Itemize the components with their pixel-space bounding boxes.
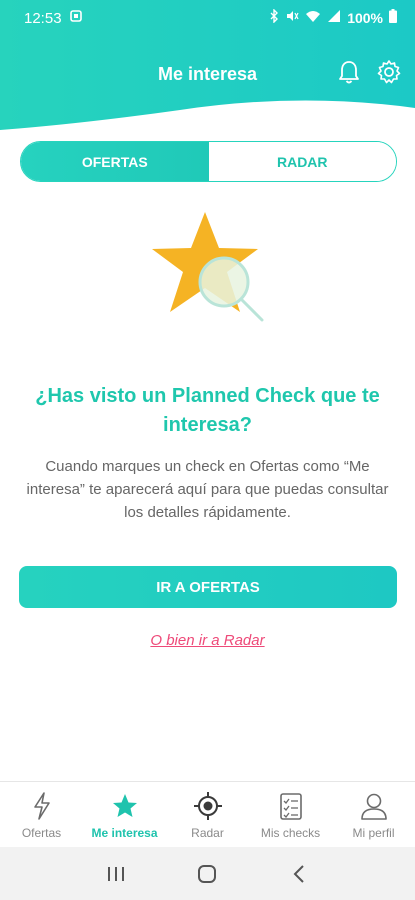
back-icon[interactable] <box>284 859 314 889</box>
wifi-icon <box>305 9 321 27</box>
nav-label-ofertas: Ofertas <box>21 826 62 840</box>
empty-state-title: ¿Has visto un Planned Check que te inter… <box>35 385 380 436</box>
status-time: 12:53 <box>24 9 62 27</box>
nav-label-radar: Radar <box>191 826 224 840</box>
app-header: Me interesa <box>0 36 415 112</box>
go-to-radar-link[interactable]: O bien ir a Radar <box>0 632 415 649</box>
nav-item-mi-perfil[interactable]: Mi perfil <box>332 782 415 847</box>
battery-percentage: 100% <box>347 10 383 26</box>
nav-item-me-interesa[interactable]: Me interesa <box>83 782 166 847</box>
lightning-icon <box>27 790 57 822</box>
battery-icon <box>389 9 397 27</box>
bell-icon[interactable] <box>335 58 363 86</box>
bluetooth-icon <box>269 8 279 27</box>
status-bar: 12:53 100% <box>0 0 415 36</box>
signal-icon <box>327 9 341 27</box>
nav-item-ofertas[interactable]: Ofertas <box>0 782 83 847</box>
nav-label-mi-perfil: Mi perfil <box>352 826 395 840</box>
bottom-navigation: Ofertas Me interesa Radar Mis checks Mi … <box>0 781 415 847</box>
recent-apps-icon[interactable] <box>101 859 131 889</box>
mute-icon <box>285 9 299 27</box>
nav-label-me-interesa: Me interesa <box>91 826 158 840</box>
nav-item-mis-checks[interactable]: Mis checks <box>249 782 332 847</box>
nav-label-mis-checks: Mis checks <box>260 826 321 840</box>
home-icon[interactable] <box>192 859 222 889</box>
profile-icon <box>359 790 389 822</box>
tab-radar[interactable]: RADAR <box>208 142 396 181</box>
gear-icon[interactable] <box>375 58 403 86</box>
system-navigation-bar <box>0 847 415 900</box>
tab-switcher: OFERTAS RADAR <box>20 141 397 182</box>
checklist-icon <box>276 790 306 822</box>
nav-item-radar[interactable]: Radar <box>166 782 249 847</box>
radar-icon <box>193 790 223 822</box>
page-title: Me interesa <box>157 63 258 84</box>
star-search-illustration <box>152 212 264 322</box>
notification-icon <box>69 10 82 26</box>
go-to-offers-button[interactable]: IR A OFERTAS <box>19 566 397 608</box>
empty-state-description: Cuando marques un check en Ofertas como … <box>26 458 389 521</box>
tab-ofertas[interactable]: OFERTAS <box>21 142 209 181</box>
star-icon <box>110 790 140 822</box>
